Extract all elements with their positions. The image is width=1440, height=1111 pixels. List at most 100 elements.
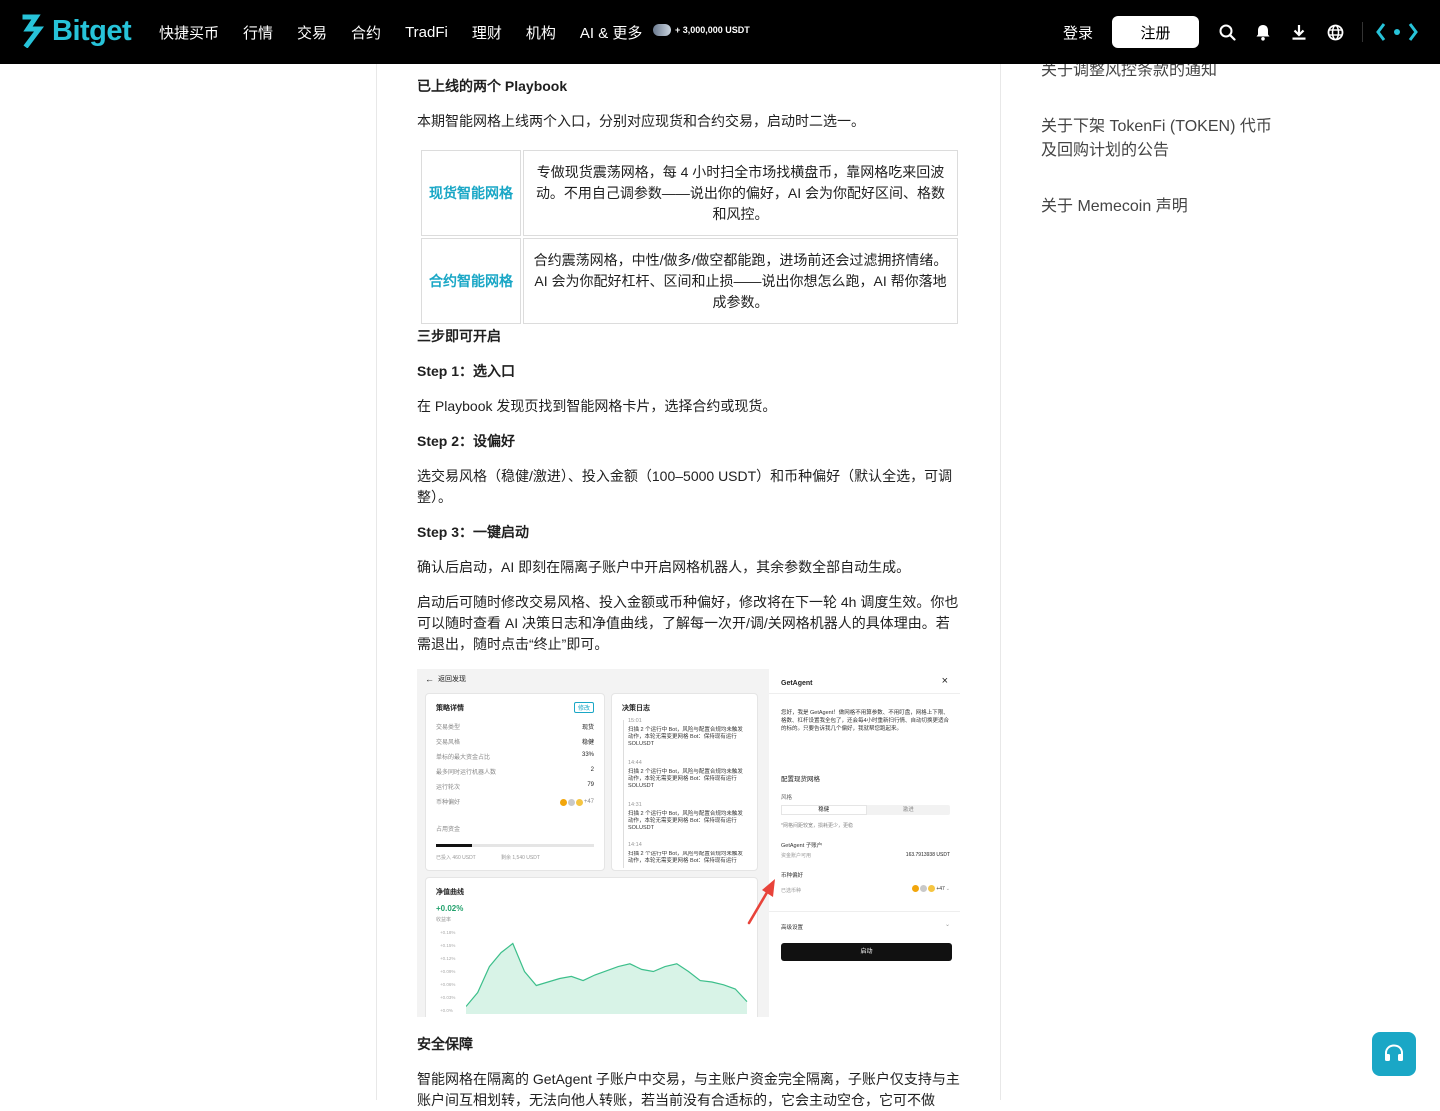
coin-icon (575, 798, 583, 806)
nav-tick-label: +0.0% (440, 1008, 453, 1013)
available-value: 163.7913938 USDT (905, 852, 950, 858)
support-button[interactable] (1372, 1032, 1416, 1076)
step2-text: 选交易风格（稳健/激进）、投入金额（100–5000 USDT）和币种偏好（默认… (417, 468, 953, 505)
nav-ai-more[interactable]: AI & 更多 (580, 22, 643, 43)
header-divider (1362, 22, 1363, 42)
advanced-label: 高级设置 (781, 925, 804, 931)
heading-steps: 三步即可开启 (417, 328, 501, 344)
funds-in: 已投入 460 USDT (436, 855, 476, 861)
strategy-row: 币种偏好 +47 (436, 798, 594, 806)
paragraph-safety: 智能网格在隔离的 GetAgent 子账户中交易，与主账户资金完全隔离，子账户仅… (417, 1071, 960, 1108)
nav-area (466, 943, 747, 1014)
step3-title: Step 3：一键启动 (417, 524, 530, 540)
divider (769, 911, 960, 912)
selected-label: 已选币种 (781, 888, 802, 894)
chevron-down-icon: ⌄ (945, 885, 950, 892)
bitget-logo-icon (22, 14, 44, 48)
nav-futures[interactable]: 合约 (351, 22, 381, 43)
red-arrow-annotation (747, 879, 775, 925)
nav-sub: 收益率 (436, 917, 452, 923)
paragraph-after-start: 启动后可随时修改交易风格、投入金额或币种偏好，修改将在下一轮 4h 调度生效。你… (417, 594, 959, 652)
sidebar-link-token-delist[interactable]: 关于下架 TokenFi (TOKEN) 代币及回购计划的公告 (1041, 115, 1281, 163)
download-icon[interactable] (1289, 22, 1309, 42)
nav-tick-label: +0.06% (440, 982, 456, 987)
step1-text: 在 Playbook 发现页找到智能网格卡片，选择合约或现货。 (417, 398, 777, 414)
step2-title: Step 2：设偏好 (417, 433, 516, 449)
table-row: 合约智能网格 合约震荡网格，中性/做多/做空都能跑，进场前还会过滤拥挤情绪。AI… (421, 238, 958, 324)
arrow-left-icon: ← (425, 674, 434, 684)
strategy-row: 交易风格 稳健 (436, 740, 594, 746)
divider (769, 693, 960, 694)
nav-tick-label: +0.09% (440, 969, 456, 974)
main-nav: 快捷买币 行情 交易 合约 TradFi 理财 机构 AI & 更多 (159, 0, 666, 64)
nav-curve-panel: 净值曲线 +0.02% 收益率 +0.18% +0.15% +0.12% +0.09%… (425, 877, 758, 1017)
strategy-title: 策略详情 (436, 705, 464, 712)
timeline-line (623, 720, 624, 868)
config-title: 配置现货网格 (781, 776, 820, 783)
heading-safety: 安全保障 (417, 1036, 473, 1052)
coin-icon (920, 885, 928, 892)
decision-log-panel: 决策日志 15:01 扫描 2 个运行中 Bot，风险与配置合规均未触发动作，本… (611, 693, 758, 871)
sidebar-link-memecoin[interactable]: 关于 Memecoin 声明 (1041, 195, 1281, 219)
edit-button: 修改 (573, 702, 594, 713)
search-icon[interactable] (1217, 22, 1237, 42)
style-toggle: 稳健 激进 (781, 805, 950, 815)
promo-text: + 3,000,000 USDT (675, 25, 750, 35)
article-column: 已上线的两个 Playbook 本期智能网格上线两个入口，分别对应现货和合约交易… (376, 64, 1001, 1108)
strategy-row: 运行轮次 79 (436, 782, 594, 791)
getagent-title: GetAgent (781, 680, 813, 687)
log-time: 14:14 (628, 842, 642, 848)
step1-title: Step 1：选入口 (417, 363, 516, 379)
nav-tradfi[interactable]: TradFi (405, 24, 448, 41)
style-option-steady: 稳健 (781, 805, 867, 815)
nav-quick-buy[interactable]: 快捷买币 (159, 22, 219, 43)
globe-icon[interactable] (1325, 22, 1345, 42)
log-time: 14:31 (628, 802, 642, 808)
nav-institution[interactable]: 机构 (526, 22, 556, 43)
coin-pref-label: 币种偏好 (781, 873, 804, 879)
style-note: *网格间距较宽，损耗更少，更稳 (781, 823, 853, 829)
getagent-intro: 您好，我是 GetAgent！做网格不用算参数、不用盯盘，网格上下限、格数、杠杆… (781, 710, 950, 732)
nav-earn[interactable]: 理财 (472, 22, 502, 43)
sub-account-label: GetAgent 子账户 (781, 843, 823, 849)
bell-icon[interactable] (1253, 22, 1273, 42)
log-entry: 扫描 2 个运行中 Bot，风险与配置合规均未触发动作，本轮无需变更网格 Bot… (628, 811, 743, 831)
headset-icon (1385, 1044, 1403, 1061)
logo-text: Bitget (52, 14, 132, 47)
table-row: 现货智能网格 专做现货震荡网格，每 4 小时扫全市场找横盘币，靠网格吃来回波动。… (421, 150, 958, 236)
register-button[interactable]: 注册 (1112, 16, 1199, 48)
strategy-row: 单标的最大资金占比 33% (436, 752, 594, 761)
style-label: 风格 (781, 795, 793, 801)
nav-trade[interactable]: 交易 (297, 22, 327, 43)
nav-markets[interactable]: 行情 (243, 22, 273, 43)
close-icon: × (941, 675, 948, 687)
article-screenshot: ← 返回发现 策略详情 修改 交易类型 现货 交易风格 稳健 单标的最大资金占比 33… (417, 669, 960, 1017)
bitget-logo[interactable]: Bitget (22, 14, 132, 48)
nav-value: +0.02% (436, 904, 464, 913)
bgb-token-icon[interactable] (1376, 22, 1418, 42)
log-time: 14:44 (628, 760, 642, 766)
nav-tick-label: +0.03% (440, 995, 456, 1000)
chevron-down-icon: ⌄ (944, 922, 950, 928)
nav-tick-label: +0.15% (440, 943, 456, 948)
nav-tick-label: +0.18% (440, 930, 456, 935)
funds-left: 剩余 1,540 USDT (501, 855, 540, 861)
table-cell-desc: 合约震荡网格，中性/做多/做空都能跑，进场前还会过滤拥挤情绪。AI 会为你配好杠… (523, 238, 958, 324)
nav-tick-label: +0.12% (440, 956, 456, 961)
decision-log-title: 决策日志 (622, 705, 650, 712)
promo-banner[interactable]: + 3,000,000 USDT (653, 24, 750, 36)
paragraph-intro: 本期智能网格上线两个入口，分别对应现货和合约交易，启动时二选一。 (417, 113, 865, 129)
strategy-panel: 策略详情 修改 交易类型 现货 交易风格 稳健 单标的最大资金占比 33% 最多同时运… (425, 693, 605, 871)
log-entry: 扫描 2 个运行中 Bot，风险与配置合规均未触发动作，本轮无需变更网格 Bot… (628, 727, 743, 747)
promo-icon (653, 24, 671, 36)
log-entry: 扫描 2 个运行中 Bot，风险与配置合规均未触发动作，本轮无需变更网格 Bot… (628, 769, 743, 789)
log-time: 15:01 (628, 718, 642, 724)
coin-icon (559, 798, 567, 806)
step3-text: 确认后启动，AI 即刻在隔离子账户中开启网格机器人，其余参数全部自动生成。 (417, 559, 911, 575)
available-label: 资金账户可用 (781, 853, 812, 859)
strategy-row: 最多同时运行机器人数 2 (436, 767, 594, 776)
heading-playbook: 已上线的两个 Playbook (417, 78, 568, 94)
login-link[interactable]: 登录 (1063, 22, 1093, 43)
strategy-row: 交易类型 现货 (436, 725, 594, 731)
style-option-aggressive: 激进 (902, 807, 914, 813)
